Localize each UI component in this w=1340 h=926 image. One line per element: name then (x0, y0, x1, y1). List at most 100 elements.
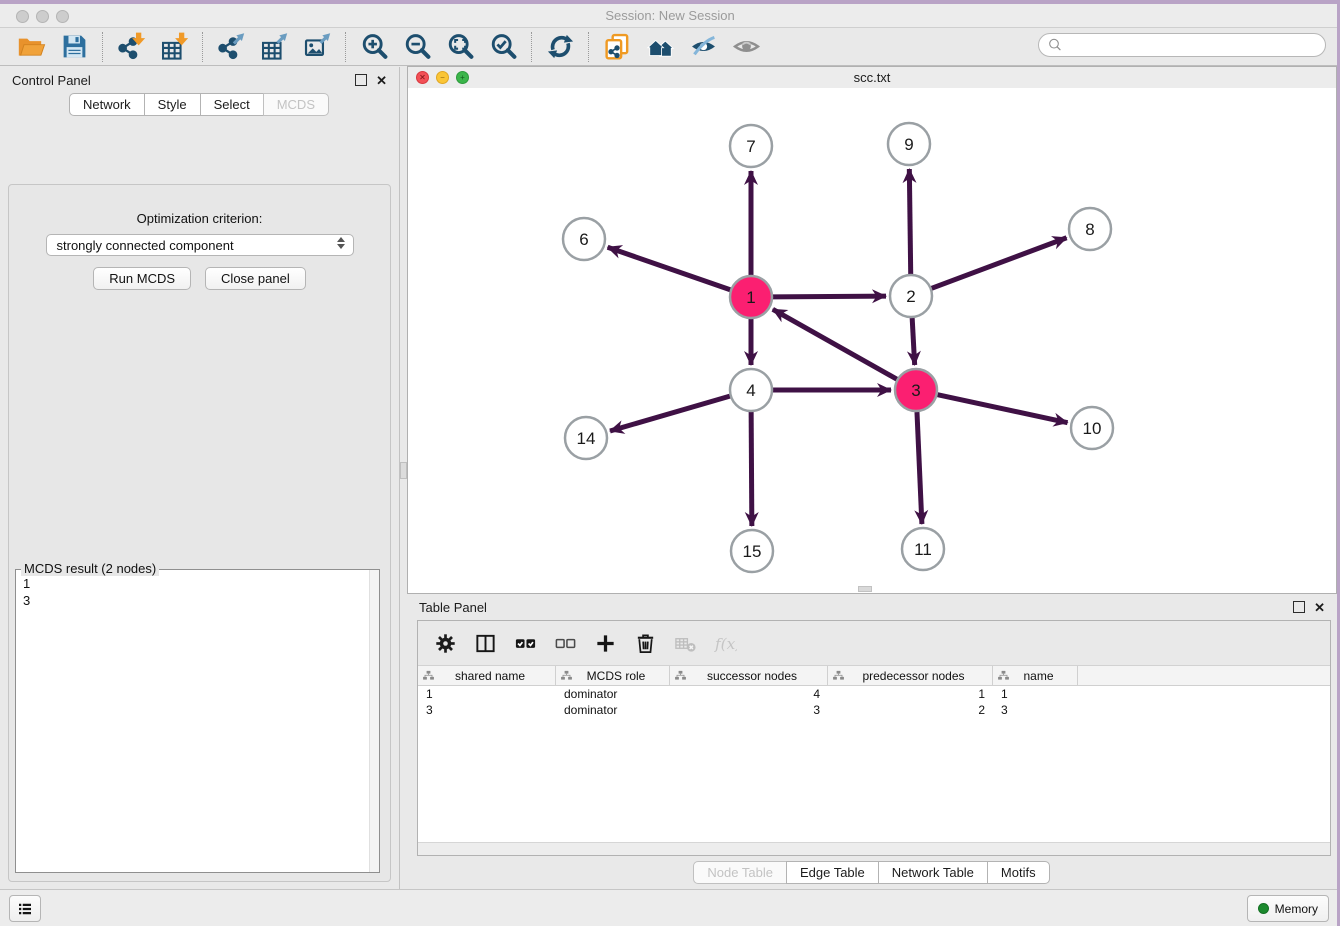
cell-name[interactable]: 1 (993, 686, 1078, 702)
network-window-title: scc.txt (408, 70, 1336, 85)
mcds-result-title: MCDS result (2 nodes) (21, 561, 159, 576)
cell-shared-name[interactable]: 3 (418, 702, 556, 718)
main-titlebar: Session: New Session (0, 4, 1340, 28)
import-table-icon[interactable] (153, 30, 196, 64)
cell-successor-nodes[interactable]: 4 (670, 686, 828, 702)
unselect-all-columns-icon[interactable] (552, 630, 578, 656)
node-table-container: shared nameMCDS rolesuccessor nodesprede… (417, 620, 1331, 856)
cell-MCDS-role[interactable]: dominator (556, 702, 670, 718)
edge-4-14[interactable] (610, 396, 730, 431)
table-rows: 1dominator4113dominator323 (418, 686, 1330, 718)
toolbar-separator (531, 32, 533, 62)
function-builder-icon (712, 630, 738, 656)
export-network-icon[interactable] (210, 30, 253, 64)
node-label-4: 4 (746, 381, 755, 400)
tab-motifs[interactable]: Motifs (987, 861, 1050, 884)
node-label-8: 8 (1085, 220, 1094, 239)
column-header-shared-name[interactable]: shared name (418, 666, 556, 685)
tab-select[interactable]: Select (200, 93, 264, 116)
tree-icon (422, 669, 435, 682)
column-header-successor-nodes[interactable]: successor nodes (670, 666, 828, 685)
edge-2-8[interactable] (932, 238, 1067, 289)
tab-network-table[interactable]: Network Table (878, 861, 988, 884)
edge-1-2[interactable] (773, 296, 886, 297)
horizontal-split-handle[interactable] (858, 586, 872, 592)
table-panel-title: Table Panel (419, 600, 487, 615)
edge-3-1[interactable] (773, 309, 897, 379)
zoom-selected-icon[interactable] (482, 30, 525, 64)
criterion-dropdown[interactable]: strongly connected component (46, 234, 354, 256)
memory-button[interactable]: Memory (1247, 895, 1329, 922)
memory-label: Memory (1275, 902, 1318, 916)
edge-2-9[interactable] (909, 169, 910, 274)
search-input[interactable] (1063, 37, 1325, 54)
zoom-out-icon[interactable] (396, 30, 439, 64)
edge-4-15[interactable] (751, 412, 752, 526)
task-history-button[interactable] (9, 895, 41, 922)
tree-icon (997, 669, 1010, 682)
node-label-14: 14 (577, 429, 596, 448)
save-session-icon[interactable] (53, 30, 96, 64)
close-panel-button[interactable]: Close panel (205, 267, 306, 290)
float-panel-icon[interactable] (355, 74, 367, 86)
edge-3-10[interactable] (938, 395, 1068, 423)
run-mcds-button[interactable]: Run MCDS (93, 267, 191, 290)
window-title: Session: New Session (0, 8, 1340, 23)
tab-edge-table[interactable]: Edge Table (786, 861, 879, 884)
mcds-result-box: MCDS result (2 nodes) 1 3 (15, 569, 380, 873)
edge-1-6[interactable] (608, 247, 731, 290)
status-bar: Memory (0, 889, 1340, 926)
node-label-6: 6 (579, 230, 588, 249)
column-header-MCDS-role[interactable]: MCDS role (556, 666, 670, 685)
edge-3-11[interactable] (917, 412, 922, 524)
add-column-icon[interactable] (592, 630, 618, 656)
tab-style[interactable]: Style (144, 93, 201, 116)
eye-icon[interactable] (725, 30, 768, 64)
tab-mcds[interactable]: MCDS (263, 93, 329, 116)
cell-predecessor-nodes[interactable]: 1 (828, 686, 993, 702)
tab-node-table[interactable]: Node Table (693, 861, 787, 884)
network-canvas[interactable]: 1234678910111415 (408, 88, 1336, 593)
network-window-titlebar[interactable]: ✕ − + scc.txt (408, 67, 1336, 89)
table-horizontal-scrollbar[interactable] (418, 842, 1330, 855)
optimization-criterion-label: Optimization criterion: (9, 211, 390, 226)
select-all-columns-icon[interactable] (512, 630, 538, 656)
result-scrollbar[interactable] (369, 570, 379, 872)
table-row[interactable]: 3dominator323 (418, 702, 1330, 718)
network-graph[interactable]: 1234678910111415 (408, 88, 1336, 593)
delete-column-icon[interactable] (632, 630, 658, 656)
vertical-split-handle[interactable] (400, 462, 407, 479)
cell-name[interactable]: 3 (993, 702, 1078, 718)
tree-icon (560, 669, 573, 682)
zoom-fit-icon[interactable] (439, 30, 482, 64)
close-panel-icon[interactable]: ✕ (376, 74, 387, 87)
open-session-icon[interactable] (10, 30, 53, 64)
mcds-tab-pane: Optimization criterion: strongly connect… (8, 184, 391, 882)
cell-predecessor-nodes[interactable]: 2 (828, 702, 993, 718)
refresh-view-icon[interactable] (539, 30, 582, 64)
clone-network-icon[interactable] (596, 30, 639, 64)
cell-shared-name[interactable]: 1 (418, 686, 556, 702)
search-box[interactable] (1038, 33, 1326, 57)
style-visibility-icon[interactable] (682, 30, 725, 64)
cell-MCDS-role[interactable]: dominator (556, 686, 670, 702)
column-header-name[interactable]: name (993, 666, 1078, 685)
export-table-icon[interactable] (253, 30, 296, 64)
home-layout-icon[interactable] (639, 30, 682, 64)
table-panel: Table Panel ✕ shared nameMCDS rolesucces… (407, 594, 1337, 890)
import-network-icon[interactable] (110, 30, 153, 64)
tab-network[interactable]: Network (69, 93, 145, 116)
export-image-icon[interactable] (296, 30, 339, 64)
edge-2-3[interactable] (912, 318, 915, 365)
table-row[interactable]: 1dominator411 (418, 686, 1330, 702)
close-table-panel-icon[interactable]: ✕ (1314, 601, 1325, 614)
cell-successor-nodes[interactable]: 3 (670, 702, 828, 718)
settings-gear-icon[interactable] (432, 630, 458, 656)
zoom-in-icon[interactable] (353, 30, 396, 64)
toolbar-separator (588, 32, 590, 62)
column-header-predecessor-nodes[interactable]: predecessor nodes (828, 666, 993, 685)
criterion-value: strongly connected component (57, 238, 234, 253)
columns-icon[interactable] (472, 630, 498, 656)
float-table-panel-icon[interactable] (1293, 601, 1305, 613)
mcds-result-text[interactable]: 1 3 (16, 570, 379, 614)
